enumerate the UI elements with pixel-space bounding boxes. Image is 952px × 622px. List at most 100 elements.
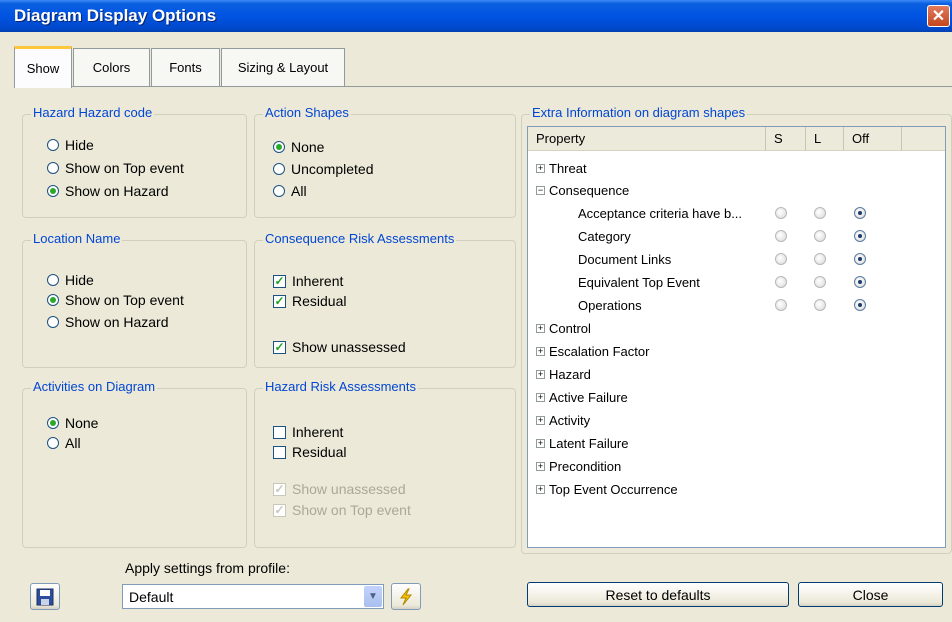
tree-node-precondition[interactable]: + Precondition	[536, 455, 621, 477]
button-label: Close	[852, 586, 889, 603]
hazard-show-top-event-radio[interactable]: Show on Top event	[47, 160, 184, 176]
expand-icon[interactable]: +	[536, 461, 545, 471]
consequence-show-unassessed-checkbox[interactable]: ✓ Show unassessed	[273, 339, 406, 355]
tree-node-label: Latent Failure	[549, 435, 629, 451]
checkbox-label: Show unassessed	[292, 339, 406, 355]
tree-node-active-failure[interactable]: + Active Failure	[536, 386, 628, 408]
column-s[interactable]: S	[766, 127, 806, 150]
column-property[interactable]: Property	[528, 127, 766, 150]
tab-show[interactable]: Show	[14, 46, 72, 88]
profile-select[interactable]: Default ▼	[122, 584, 384, 609]
column-l[interactable]: L	[806, 127, 844, 150]
expand-icon[interactable]: +	[536, 484, 545, 494]
operations-l-radio[interactable]	[814, 299, 826, 311]
column-off[interactable]: Off	[844, 127, 902, 150]
document-links-l-radio[interactable]	[814, 253, 826, 265]
tree-node-latent-failure[interactable]: + Latent Failure	[536, 432, 629, 454]
tree-node-hazard[interactable]: + Hazard	[536, 363, 591, 385]
tab-fonts[interactable]: Fonts	[151, 48, 220, 86]
tree-node-equivalent-top-event[interactable]: Equivalent Top Event	[578, 271, 700, 293]
action-none-radio[interactable]: None	[273, 139, 324, 155]
acceptance-s-radio[interactable]	[775, 207, 787, 219]
tree-node-threat[interactable]: + Threat	[536, 157, 587, 179]
location-show-on-hazard-radio[interactable]: Show on Hazard	[47, 314, 169, 330]
checkbox-label: Inherent	[292, 273, 344, 289]
apply-profile-button[interactable]	[391, 583, 421, 610]
tree-node-escalation-factor[interactable]: + Escalation Factor	[536, 340, 649, 362]
expand-icon[interactable]: +	[536, 392, 545, 402]
operations-off-radio[interactable]	[854, 299, 866, 311]
tree-node-acceptance-criteria[interactable]: Acceptance criteria have b...	[578, 202, 742, 224]
radio-selected-icon	[47, 185, 59, 197]
equivalent-top-event-s-radio[interactable]	[775, 276, 787, 288]
location-show-top-event-radio[interactable]: Show on Top event	[47, 292, 184, 308]
hazard-risk-legend: Hazard Risk Assessments	[263, 379, 418, 394]
tree-node-control[interactable]: + Control	[536, 317, 591, 339]
checkmark-icon: ✓	[273, 339, 286, 354]
radio-icon	[47, 139, 59, 151]
tab-sizing-layout[interactable]: Sizing & Layout	[221, 48, 345, 86]
radio-icon	[47, 437, 59, 449]
radio-label: All	[291, 183, 307, 199]
category-l-radio[interactable]	[814, 230, 826, 242]
expand-icon[interactable]: +	[536, 369, 545, 379]
close-button[interactable]: Close	[798, 582, 943, 607]
expand-icon[interactable]: +	[536, 415, 545, 425]
consequence-residual-checkbox[interactable]: ✓ Residual	[273, 293, 346, 309]
radio-label: Hide	[65, 272, 94, 288]
tree-node-activity[interactable]: + Activity	[536, 409, 590, 431]
consequence-inherent-checkbox[interactable]: ✓ Inherent	[273, 273, 343, 289]
category-off-radio[interactable]	[854, 230, 866, 242]
hazard-hide-radio[interactable]: Hide	[47, 137, 94, 153]
operations-s-radio[interactable]	[775, 299, 787, 311]
tree-node-label: Top Event Occurrence	[549, 481, 678, 497]
hazard-residual-checkbox[interactable]: Residual	[273, 444, 346, 460]
expand-icon[interactable]: +	[536, 438, 545, 448]
save-profile-button[interactable]	[30, 583, 60, 610]
tree-node-document-links[interactable]: Document Links	[578, 248, 671, 270]
expand-icon[interactable]: +	[536, 323, 545, 333]
checkbox-empty-icon	[273, 445, 286, 459]
radio-icon	[273, 185, 285, 197]
close-window-button[interactable]: ✕	[927, 5, 950, 27]
tab-colors-label: Colors	[92, 60, 131, 75]
activities-all-radio[interactable]: All	[47, 435, 81, 451]
extra-info-legend: Extra Information on diagram shapes	[530, 105, 748, 120]
property-tree[interactable]: Property S L Off + Threat − Consequence Ac…	[527, 126, 946, 548]
tree-node-top-event-occurrence[interactable]: + Top Event Occurrence	[536, 478, 678, 500]
tab-colors[interactable]: Colors	[73, 48, 150, 86]
equivalent-top-event-l-radio[interactable]	[814, 276, 826, 288]
tree-node-label: Precondition	[549, 458, 622, 474]
hazard-show-on-hazard-radio[interactable]: Show on Hazard	[47, 183, 169, 199]
location-hide-radio[interactable]: Hide	[47, 272, 94, 288]
equivalent-top-event-off-radio[interactable]	[854, 276, 866, 288]
collapse-icon[interactable]: −	[536, 185, 545, 195]
chevron-down-icon[interactable]: ▼	[364, 586, 382, 607]
radio-icon	[273, 163, 285, 175]
floppy-disk-icon	[36, 588, 54, 605]
profile-selected-value: Default	[129, 588, 174, 605]
tree-node-category[interactable]: Category	[578, 225, 631, 247]
hazard-inherent-checkbox[interactable]: Inherent	[273, 424, 343, 440]
acceptance-l-radio[interactable]	[814, 207, 826, 219]
activities-group: Activities on Diagram	[22, 379, 247, 548]
tree-node-operations[interactable]: Operations	[578, 294, 642, 316]
category-s-radio[interactable]	[775, 230, 787, 242]
tab-show-label: Show	[26, 61, 60, 76]
tree-node-consequence[interactable]: − Consequence	[536, 179, 629, 201]
radio-selected-icon	[47, 294, 59, 306]
checkmark-icon: ✓	[273, 273, 286, 288]
expand-icon[interactable]: +	[536, 163, 545, 173]
column-label: Property	[536, 131, 586, 146]
tree-node-label: Acceptance criteria have b...	[578, 205, 743, 221]
activities-none-radio[interactable]: None	[47, 415, 98, 431]
checkbox-label: Show unassessed	[292, 481, 406, 497]
expand-icon[interactable]: +	[536, 346, 545, 356]
action-uncompleted-radio[interactable]: Uncompleted	[273, 161, 374, 177]
document-links-s-radio[interactable]	[775, 253, 787, 265]
action-all-radio[interactable]: All	[273, 183, 307, 199]
reset-defaults-button[interactable]: Reset to defaults	[527, 582, 789, 607]
acceptance-off-radio[interactable]	[854, 207, 866, 219]
radio-icon	[47, 274, 59, 286]
document-links-off-radio[interactable]	[854, 253, 866, 265]
